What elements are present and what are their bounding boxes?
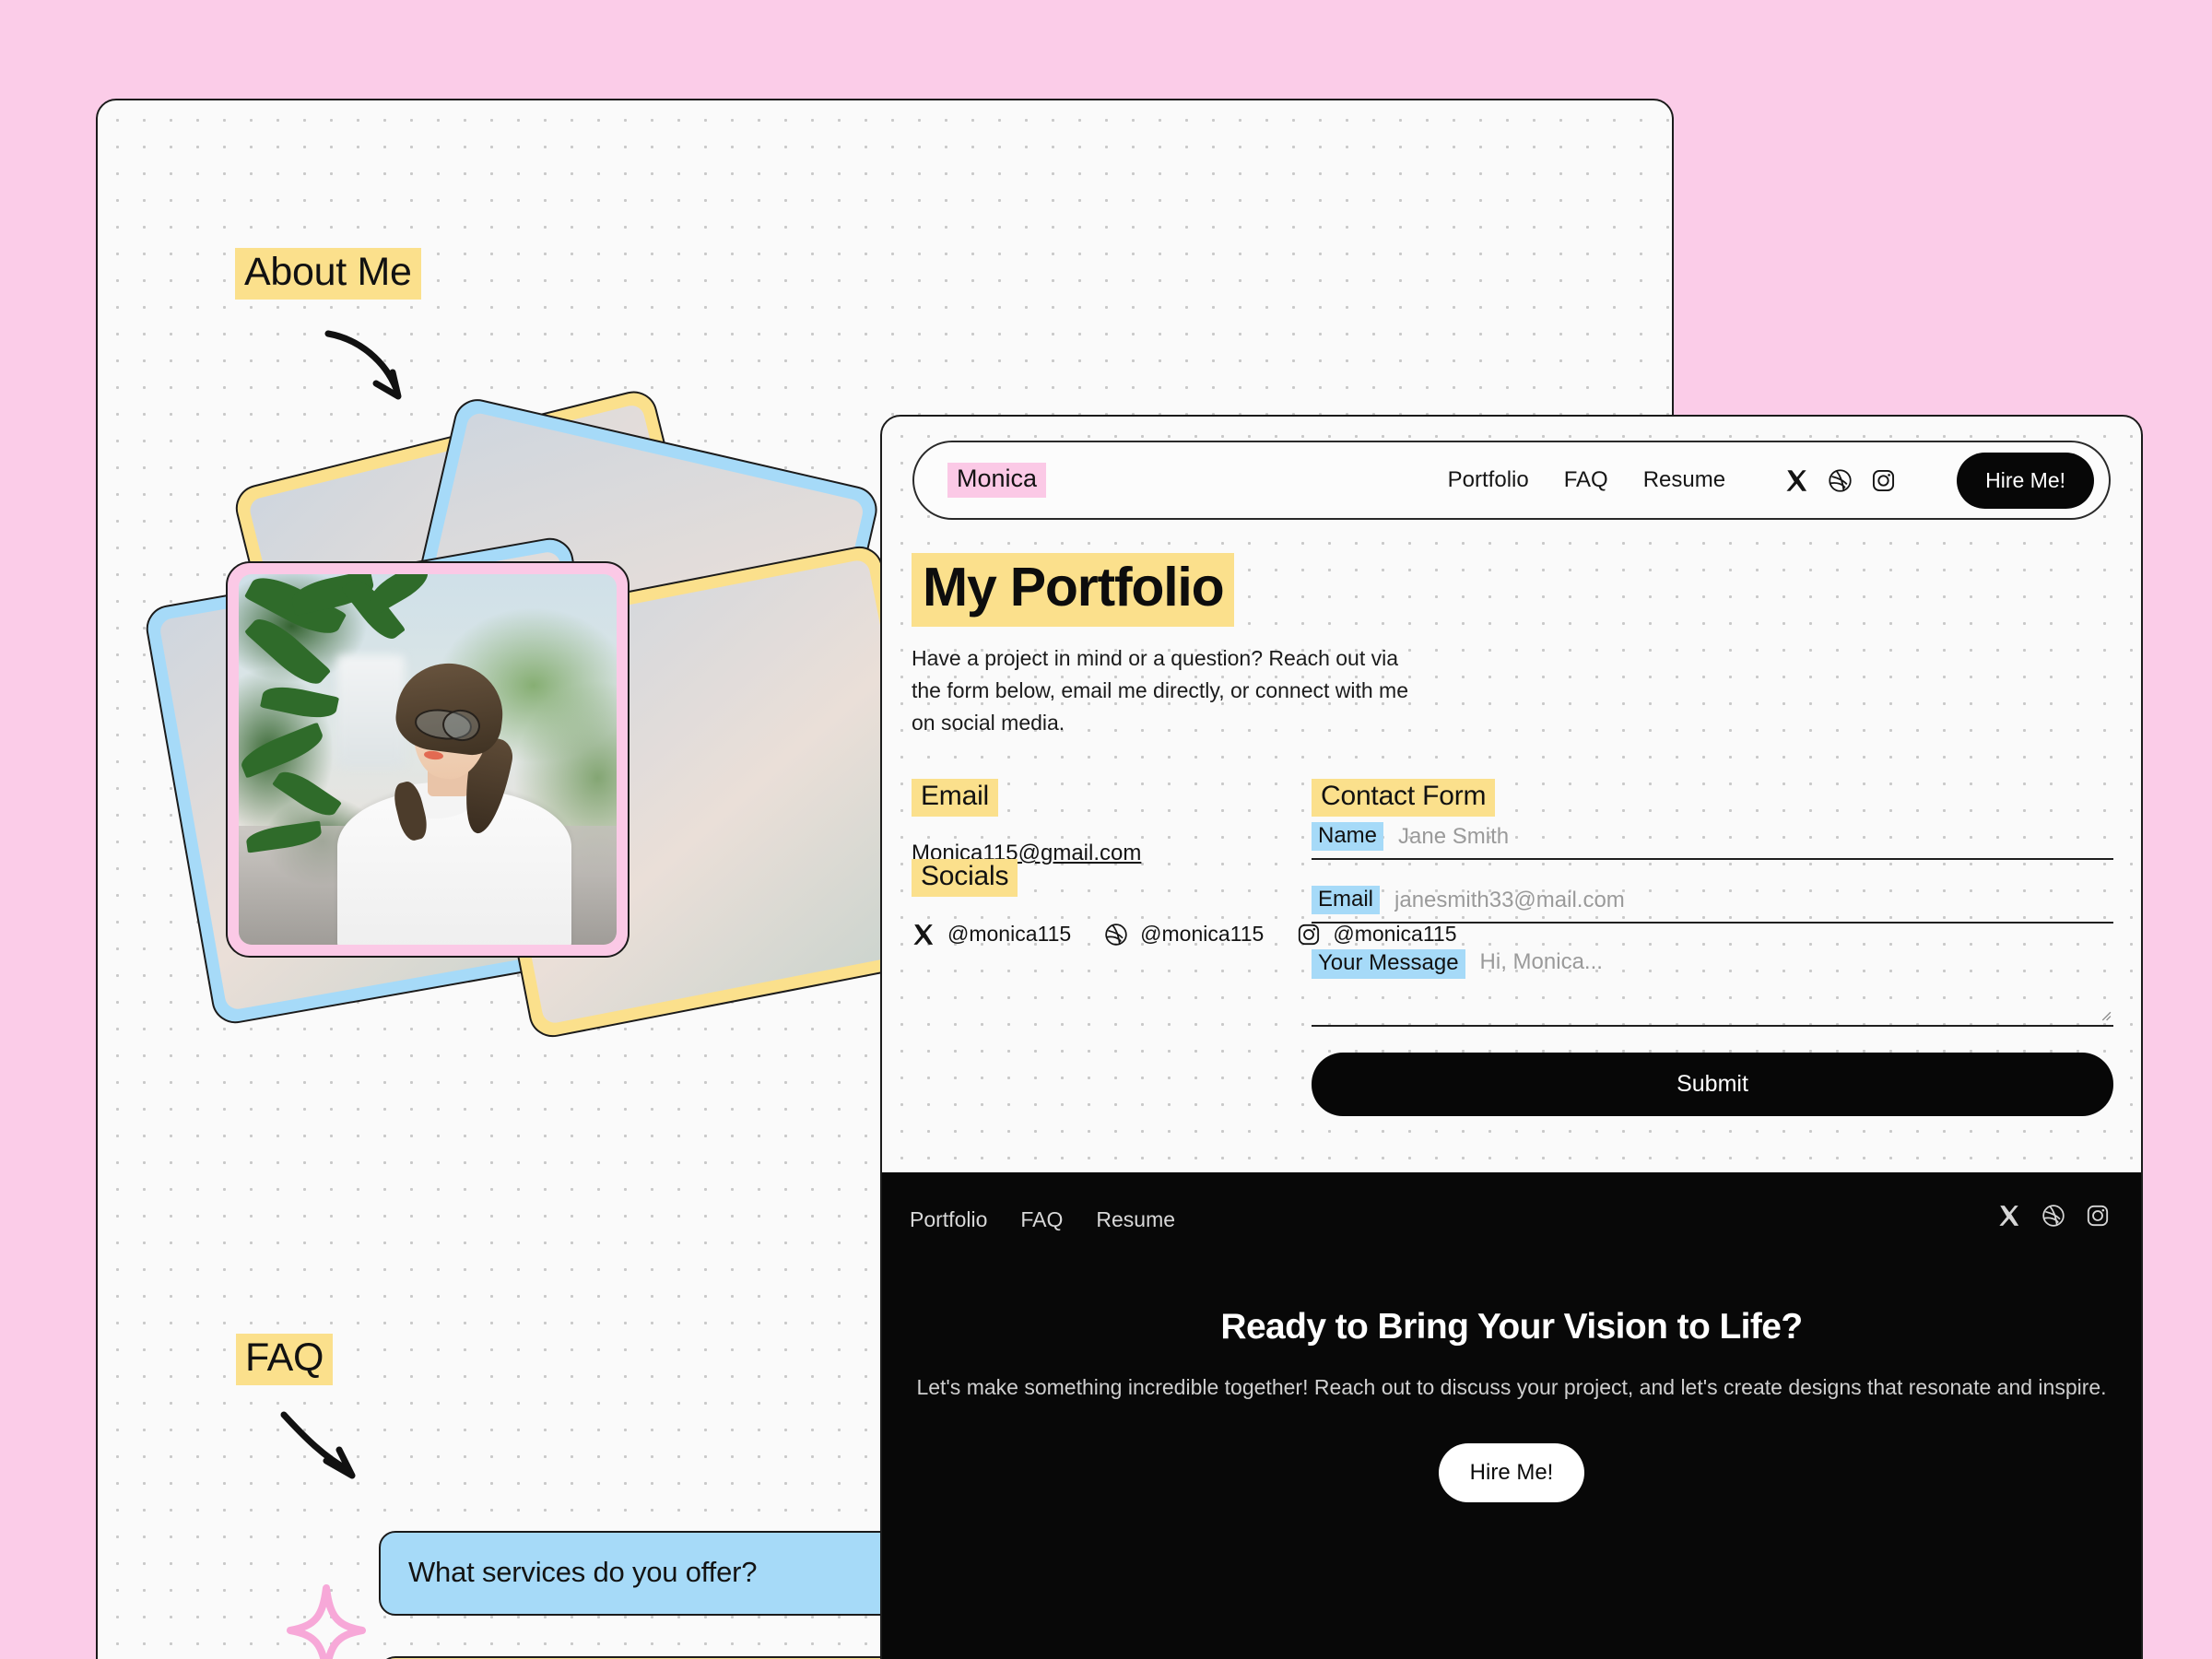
message-label: Your Message: [1312, 949, 1465, 979]
footer-link-faq[interactable]: FAQ: [1020, 1207, 1063, 1232]
footer-cta: Ready to Bring Your Vision to Life? Let'…: [882, 1307, 2141, 1502]
message-field-row: Your Message: [1312, 949, 2113, 1028]
email-field-row: Email: [1312, 886, 2113, 924]
textarea-resize-handle[interactable]: [2100, 1009, 2112, 1021]
navbar: Monica Portfolio FAQ Resume Hire Me!: [912, 441, 2111, 520]
dribbble-icon[interactable]: [1828, 468, 1853, 493]
nav-link-portfolio[interactable]: Portfolio: [1448, 467, 1529, 493]
intro-paragraph: Have a project in mind or a question? Re…: [912, 646, 1409, 735]
footer-link-portfolio[interactable]: Portfolio: [910, 1207, 987, 1232]
dribbble-icon[interactable]: [2041, 1204, 2065, 1228]
footer-heading: Ready to Bring Your Vision to Life?: [1220, 1307, 1803, 1347]
instagram-icon[interactable]: [2086, 1204, 2110, 1228]
socials-section-label: Socials: [912, 859, 1018, 897]
page-title: My Portfolio: [912, 553, 1235, 627]
faq-label: FAQ: [236, 1334, 334, 1385]
social-item-dribbble[interactable]: @monica115: [1104, 922, 1264, 947]
footer-nav: Portfolio FAQ Resume: [910, 1207, 1175, 1232]
dribbble-icon: [1105, 923, 1127, 946]
footer: Portfolio FAQ Resume Ready to Bring Your…: [882, 1172, 2141, 1659]
footer-body: Let's make something incredible together…: [916, 1375, 2107, 1399]
profile-photo-frame: [226, 561, 629, 958]
nav-social-icons: [1784, 468, 1896, 493]
name-field-row: Name: [1312, 822, 2113, 861]
social-item-x[interactable]: @monica115: [912, 922, 1071, 947]
nav-link-faq[interactable]: FAQ: [1564, 467, 1608, 493]
contact-form-label: Contact Form: [1312, 779, 1496, 817]
social-handle: @monica115: [947, 922, 1072, 946]
sparkle-star-icon: [287, 1584, 366, 1659]
profile-photo: [239, 574, 617, 945]
curved-arrow-icon-2: [280, 1411, 356, 1479]
photo-stack: [142, 385, 959, 1170]
portfolio-contact-page-card: Monica Portfolio FAQ Resume Hire Me! My …: [880, 415, 2143, 1659]
email-section-heading: Email: [912, 779, 999, 817]
name-input[interactable]: [1398, 824, 2113, 852]
about-me-label: About Me: [235, 248, 421, 300]
contact-form: Name Email Your Message Submit: [1312, 822, 2113, 1117]
nav-link-resume[interactable]: Resume: [1643, 467, 1725, 493]
footer-social-icons: [1997, 1204, 2110, 1228]
faq-heading: FAQ: [236, 1334, 334, 1385]
socials-section-heading: Socials: [912, 859, 1018, 897]
submit-button[interactable]: Submit: [1312, 1053, 2113, 1117]
footer-hire-me-button[interactable]: Hire Me!: [1438, 1442, 1585, 1502]
x-icon[interactable]: [1997, 1204, 2021, 1228]
faq-question: What services do you offer?: [408, 1556, 758, 1588]
page-title-label: My Portfolio: [912, 553, 1235, 627]
about-me-heading: About Me: [235, 248, 421, 300]
instagram-icon[interactable]: [1871, 468, 1896, 493]
social-handle: @monica115: [1140, 922, 1265, 946]
x-icon[interactable]: [1784, 468, 1809, 493]
name-label: Name: [1312, 822, 1384, 852]
brand-label: Monica: [947, 463, 1047, 498]
hire-me-button[interactable]: Hire Me!: [1957, 452, 2094, 509]
curved-arrow-icon: [324, 330, 402, 400]
email-input[interactable]: [1394, 888, 2113, 915]
message-input[interactable]: [1479, 949, 2113, 1018]
contact-form-heading: Contact Form: [1312, 779, 1496, 817]
nav-links: Portfolio FAQ Resume Hire Me!: [1448, 452, 2109, 509]
email-section-label: Email: [912, 779, 999, 817]
footer-link-resume[interactable]: Resume: [1096, 1207, 1175, 1232]
x-icon: [913, 924, 934, 945]
email-label: Email: [1312, 886, 1381, 915]
brand-logo[interactable]: Monica: [947, 463, 1047, 498]
